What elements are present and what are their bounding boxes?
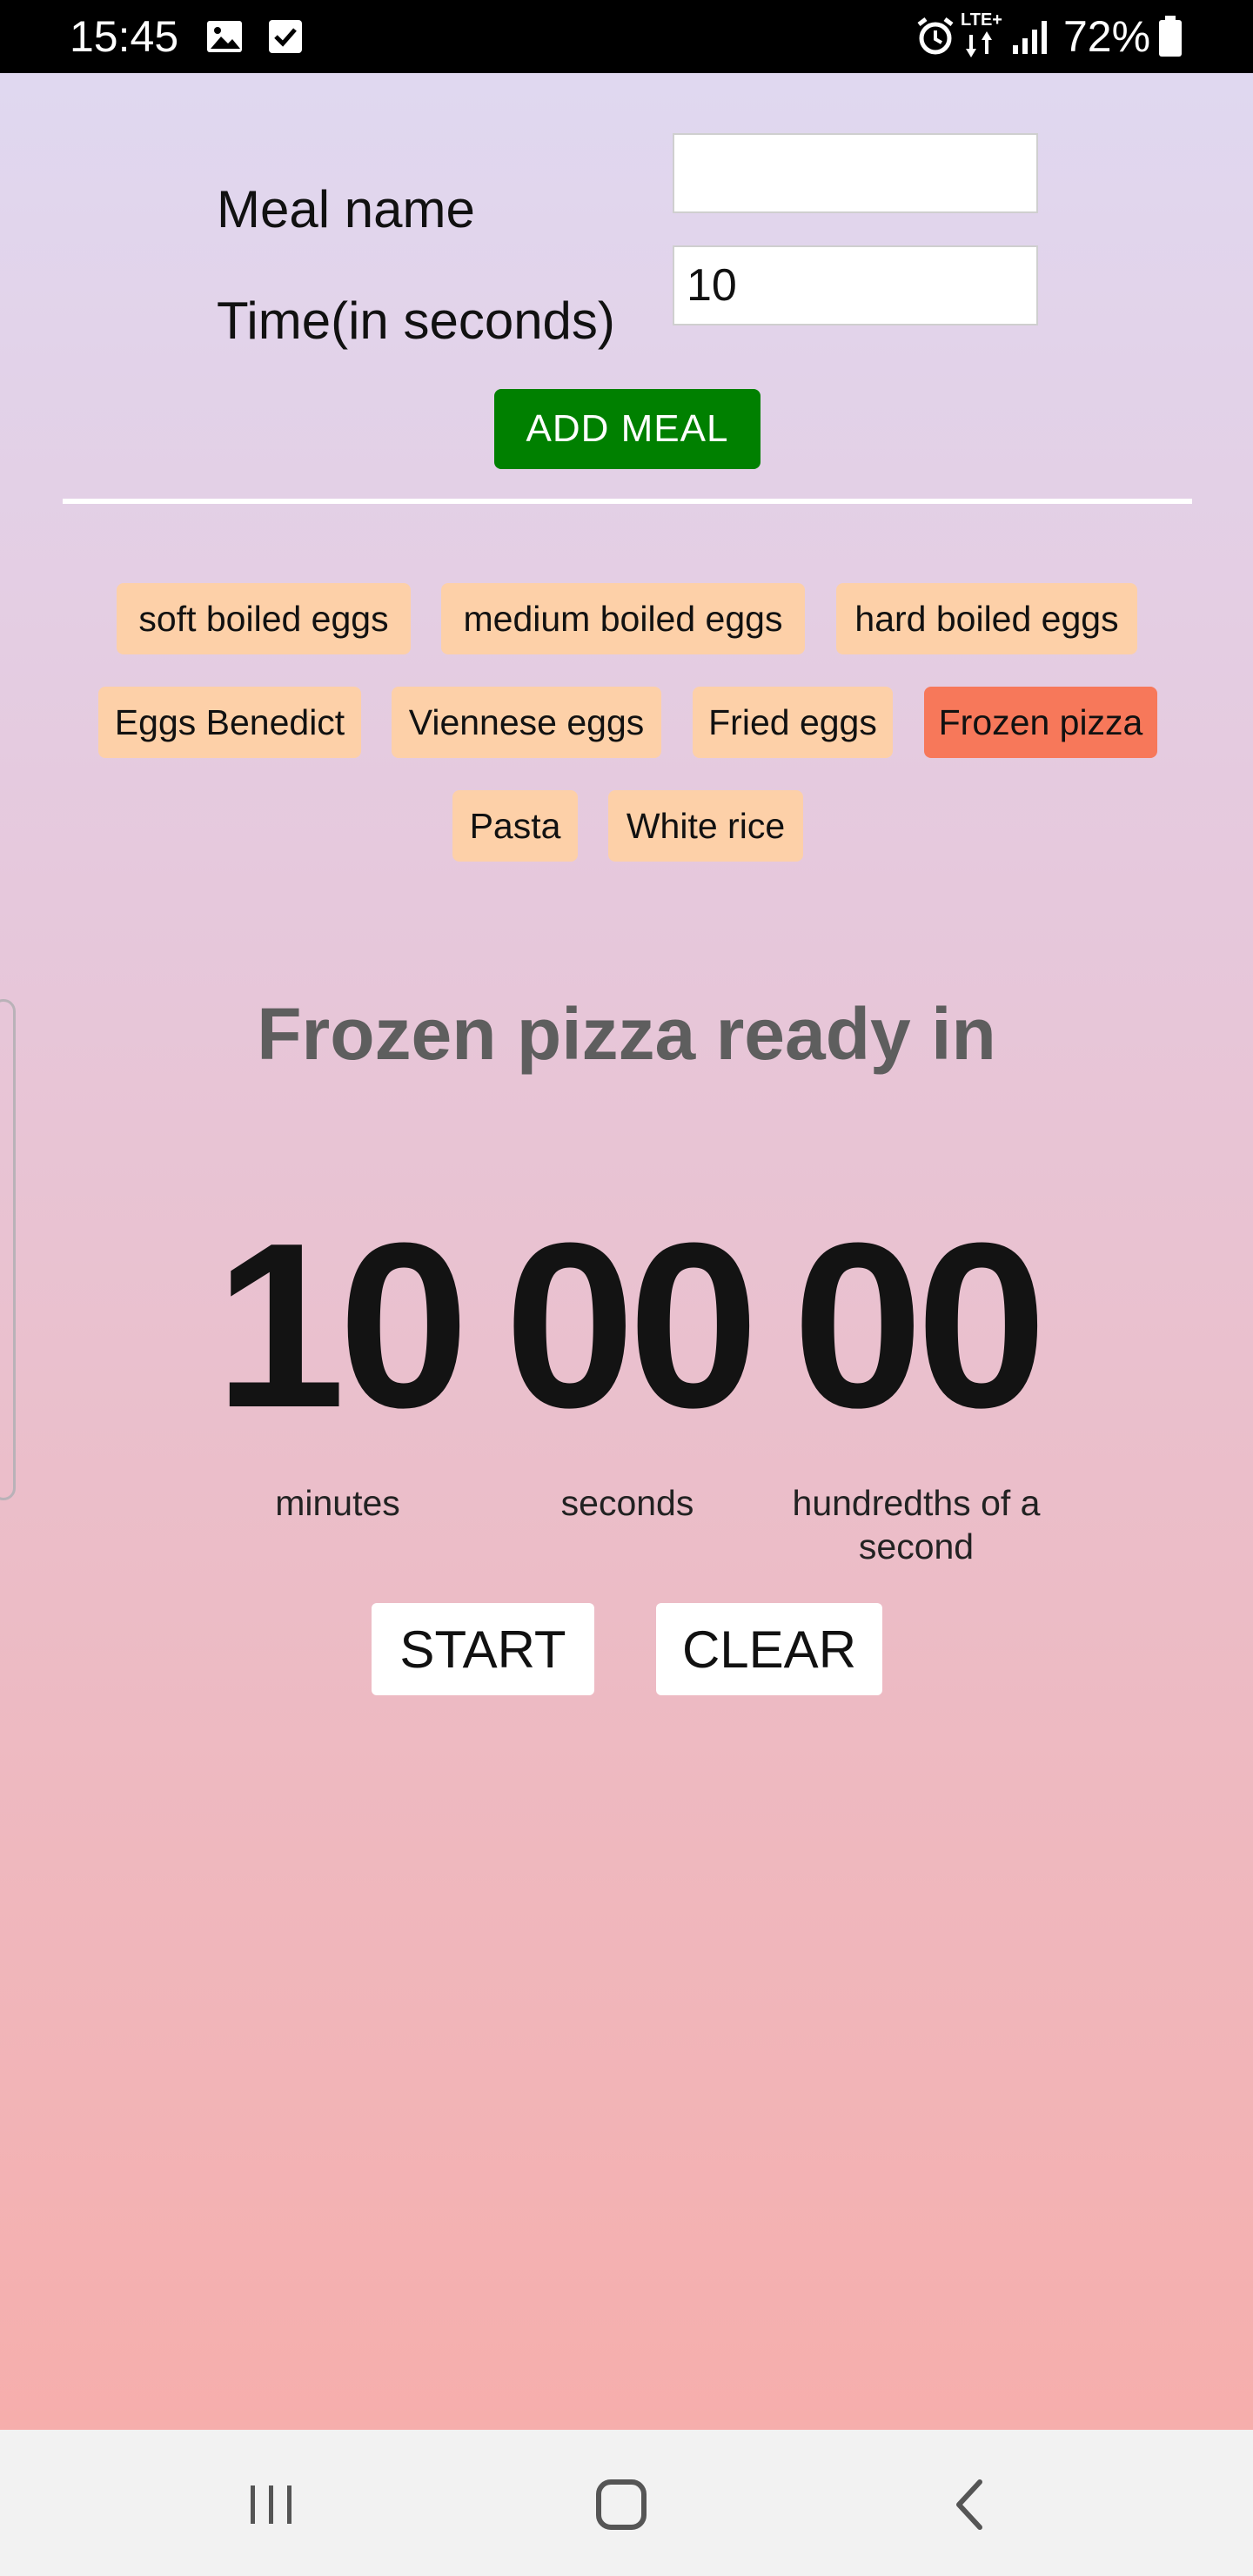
start-button[interactable]: START xyxy=(372,1603,594,1695)
clear-button[interactable]: CLEAR xyxy=(656,1603,882,1695)
data-transfer-icon xyxy=(966,31,992,57)
meal-chip[interactable]: Pasta xyxy=(452,790,578,862)
time-input[interactable] xyxy=(673,245,1038,325)
minutes-label: minutes xyxy=(275,1483,400,1523)
seconds-label: seconds xyxy=(560,1483,694,1523)
add-meal-button[interactable]: ADD MEAL xyxy=(494,389,761,469)
app-content: Meal name Time(in seconds) ADD MEAL soft… xyxy=(0,73,1253,2430)
meal-chip[interactable]: hard boiled eggs xyxy=(836,583,1137,654)
alarm-icon xyxy=(917,17,954,55)
meal-chip[interactable]: White rice xyxy=(608,790,803,862)
battery-percent: 72% xyxy=(1063,12,1151,61)
navigation-bar xyxy=(0,2430,1253,2576)
meal-chip[interactable]: Viennese eggs xyxy=(392,687,661,758)
time-label: Time(in seconds) xyxy=(217,292,615,350)
meal-name-input[interactable] xyxy=(673,133,1038,213)
battery-icon xyxy=(1159,16,1182,57)
image-icon xyxy=(207,21,242,52)
timer-hundredths: 00 xyxy=(792,1195,1047,1457)
signal-icon xyxy=(1013,21,1047,54)
timer-title: Frozen pizza ready in xyxy=(257,993,996,1075)
network-type: LTE+ xyxy=(961,10,1002,30)
back-icon[interactable] xyxy=(936,2470,1006,2539)
screen: 15:45 LTE+ 72% Meal name Time(in seconds… xyxy=(0,0,1253,2576)
meal-chip[interactable]: soft boiled eggs xyxy=(117,583,411,654)
checkbox-icon xyxy=(269,20,302,53)
status-bar: 15:45 LTE+ 72% xyxy=(0,0,1253,73)
meal-chip[interactable]: Fried eggs xyxy=(693,687,893,758)
home-icon[interactable] xyxy=(586,2470,656,2539)
meal-chip[interactable]: medium boiled eggs xyxy=(441,583,805,654)
recent-apps-icon[interactable] xyxy=(237,2470,306,2539)
meal-chip-selected[interactable]: Frozen pizza xyxy=(924,687,1157,758)
meal-name-label: Meal name xyxy=(217,180,475,238)
meal-chip[interactable]: Eggs Benedict xyxy=(98,687,361,758)
divider xyxy=(63,499,1192,504)
timer-minutes: 10 xyxy=(214,1195,469,1457)
status-time: 15:45 xyxy=(70,12,179,61)
hundredths-label: hundredths of a second xyxy=(792,1483,1041,1566)
timer-seconds: 00 xyxy=(504,1195,759,1457)
